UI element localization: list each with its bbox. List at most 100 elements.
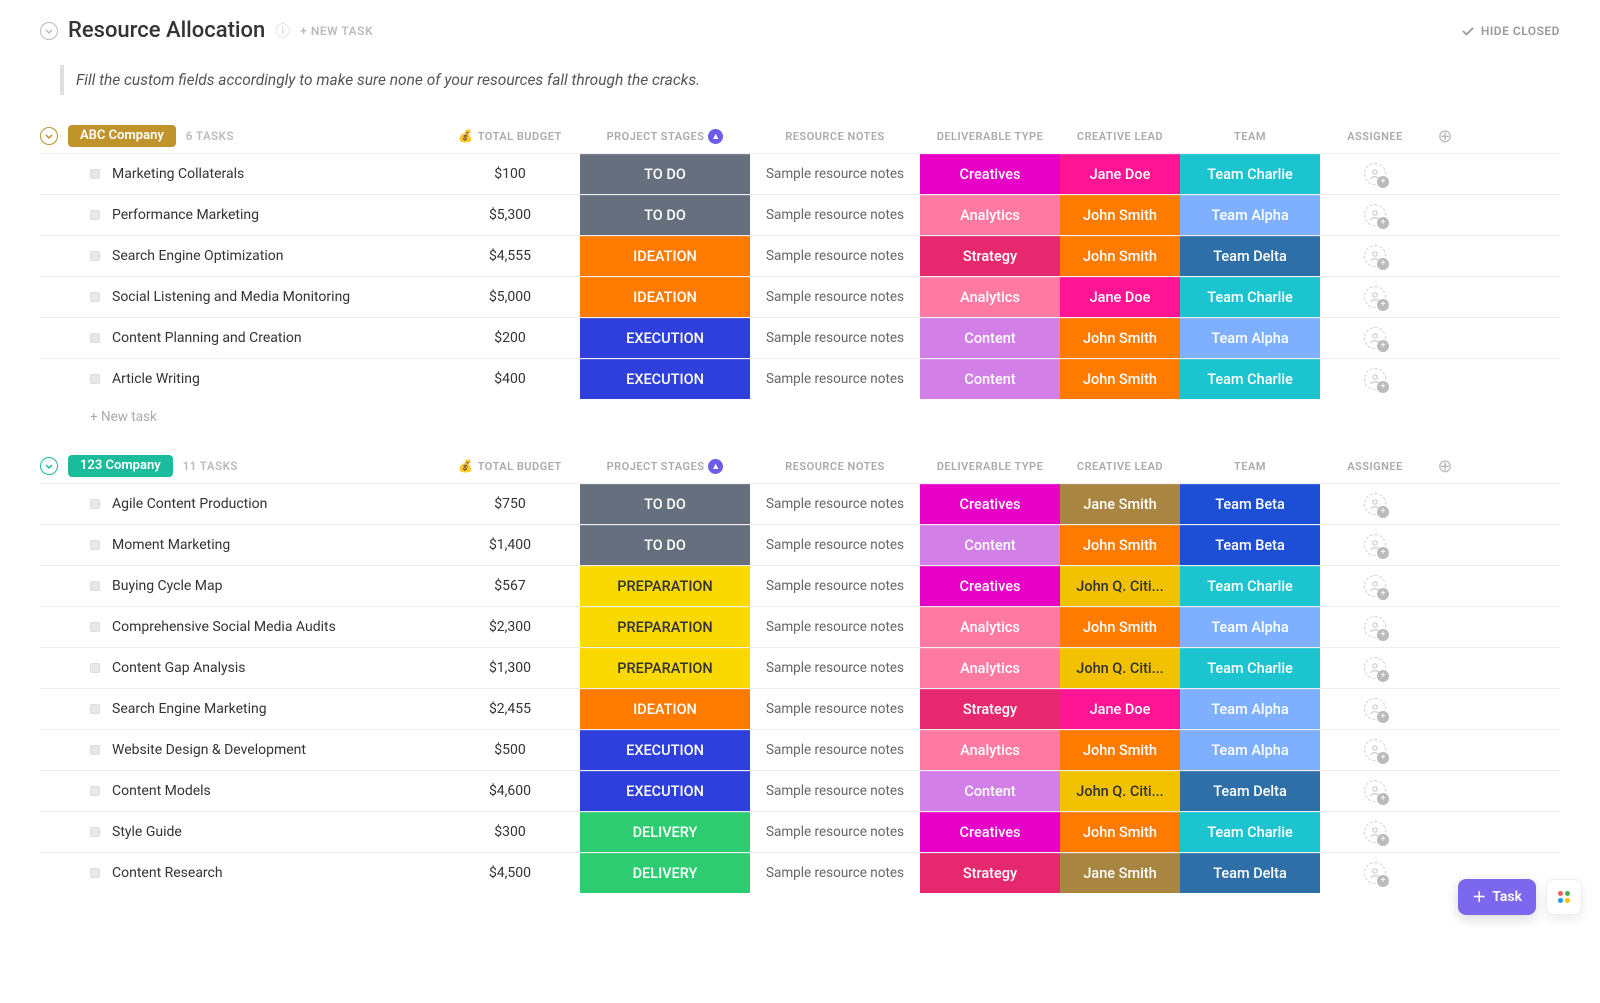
team-cell[interactable]: Team Alpha xyxy=(1180,318,1320,358)
assignee-cell[interactable] xyxy=(1320,648,1430,688)
notes-cell[interactable]: Sample resource notes xyxy=(750,318,920,358)
status-dot-icon[interactable] xyxy=(90,333,100,343)
status-dot-icon[interactable] xyxy=(90,169,100,179)
budget-cell[interactable]: $2,455 xyxy=(440,689,580,729)
task-name-cell[interactable]: Search Engine Marketing xyxy=(40,689,440,729)
col-lead[interactable]: CREATIVE LEAD xyxy=(1060,130,1180,143)
stage-cell[interactable]: PREPARATION xyxy=(580,607,750,647)
task-name-cell[interactable]: Article Writing xyxy=(40,359,440,399)
budget-cell[interactable]: $750 xyxy=(440,484,580,524)
task-name-cell[interactable]: Search Engine Optimization xyxy=(40,236,440,276)
assignee-empty-icon[interactable] xyxy=(1364,368,1386,390)
lead-cell[interactable]: John Smith xyxy=(1060,359,1180,399)
col-assignee[interactable]: ASSIGNEE xyxy=(1320,130,1430,143)
stage-cell[interactable]: EXECUTION xyxy=(580,359,750,399)
task-name-cell[interactable]: Website Design & Development xyxy=(40,730,440,770)
col-budget[interactable]: TOTAL BUDGET xyxy=(440,459,580,473)
lead-cell[interactable]: John Q. Citi... xyxy=(1060,566,1180,606)
status-dot-icon[interactable] xyxy=(90,786,100,796)
deliverable-cell[interactable]: Content xyxy=(920,359,1060,399)
budget-cell[interactable]: $567 xyxy=(440,566,580,606)
deliverable-cell[interactable]: Analytics xyxy=(920,648,1060,688)
stage-cell[interactable]: PREPARATION xyxy=(580,648,750,688)
task-row[interactable]: Article Writing $400 EXECUTION Sample re… xyxy=(40,358,1560,399)
notes-cell[interactable]: Sample resource notes xyxy=(750,853,920,893)
team-cell[interactable]: Team Charlie xyxy=(1180,648,1320,688)
status-dot-icon[interactable] xyxy=(90,251,100,261)
deliverable-cell[interactable]: Strategy xyxy=(920,853,1060,893)
status-dot-icon[interactable] xyxy=(90,868,100,878)
assignee-empty-icon[interactable] xyxy=(1364,739,1386,761)
lead-cell[interactable]: Jane Doe xyxy=(1060,689,1180,729)
notes-cell[interactable]: Sample resource notes xyxy=(750,484,920,524)
notes-cell[interactable]: Sample resource notes xyxy=(750,236,920,276)
group-name-badge[interactable]: ABC Company xyxy=(68,125,176,147)
team-cell[interactable]: Team Beta xyxy=(1180,525,1320,565)
col-assignee[interactable]: ASSIGNEE xyxy=(1320,460,1430,473)
status-dot-icon[interactable] xyxy=(90,663,100,673)
budget-cell[interactable]: $200 xyxy=(440,318,580,358)
budget-cell[interactable]: $4,500 xyxy=(440,853,580,893)
assignee-cell[interactable] xyxy=(1320,318,1430,358)
deliverable-cell[interactable]: Analytics xyxy=(920,195,1060,235)
task-row[interactable]: Search Engine Marketing $2,455 IDEATION … xyxy=(40,688,1560,729)
assignee-empty-icon[interactable] xyxy=(1364,575,1386,597)
add-column-icon[interactable]: ⊕ xyxy=(1430,126,1460,147)
budget-cell[interactable]: $500 xyxy=(440,730,580,770)
assignee-cell[interactable] xyxy=(1320,566,1430,606)
fab-apps-button[interactable] xyxy=(1546,879,1582,915)
status-dot-icon[interactable] xyxy=(90,581,100,591)
col-team[interactable]: TEAM xyxy=(1180,460,1320,473)
assignee-cell[interactable] xyxy=(1320,853,1430,893)
col-deliverable[interactable]: DELIVERABLE TYPE xyxy=(920,130,1060,143)
assignee-empty-icon[interactable] xyxy=(1364,821,1386,843)
task-row[interactable]: Social Listening and Media Monitoring $5… xyxy=(40,276,1560,317)
notes-cell[interactable]: Sample resource notes xyxy=(750,771,920,811)
lead-cell[interactable]: John Smith xyxy=(1060,195,1180,235)
deliverable-cell[interactable]: Strategy xyxy=(920,236,1060,276)
assignee-cell[interactable] xyxy=(1320,277,1430,317)
notes-cell[interactable]: Sample resource notes xyxy=(750,689,920,729)
lead-cell[interactable]: John Smith xyxy=(1060,812,1180,852)
info-icon[interactable]: ⓘ xyxy=(275,20,290,41)
lead-cell[interactable]: John Smith xyxy=(1060,318,1180,358)
assignee-cell[interactable] xyxy=(1320,812,1430,852)
assignee-empty-icon[interactable] xyxy=(1364,698,1386,720)
budget-cell[interactable]: $1,300 xyxy=(440,648,580,688)
team-cell[interactable]: Team Beta xyxy=(1180,484,1320,524)
status-dot-icon[interactable] xyxy=(90,374,100,384)
assignee-cell[interactable] xyxy=(1320,730,1430,770)
task-row[interactable]: Website Design & Development $500 EXECUT… xyxy=(40,729,1560,770)
team-cell[interactable]: Team Delta xyxy=(1180,236,1320,276)
new-task-button[interactable]: + NEW TASK xyxy=(300,24,373,38)
assignee-empty-icon[interactable] xyxy=(1364,780,1386,802)
team-cell[interactable]: Team Charlie xyxy=(1180,566,1320,606)
lead-cell[interactable]: Jane Smith xyxy=(1060,484,1180,524)
task-name-cell[interactable]: Agile Content Production xyxy=(40,484,440,524)
col-budget[interactable]: TOTAL BUDGET xyxy=(440,129,580,143)
col-stages[interactable]: PROJECT STAGES▲ xyxy=(580,459,750,474)
lead-cell[interactable]: John Smith xyxy=(1060,730,1180,770)
team-cell[interactable]: Team Charlie xyxy=(1180,812,1320,852)
col-lead[interactable]: CREATIVE LEAD xyxy=(1060,460,1180,473)
task-row[interactable]: Content Gap Analysis $1,300 PREPARATION … xyxy=(40,647,1560,688)
assignee-cell[interactable] xyxy=(1320,484,1430,524)
task-name-cell[interactable]: Buying Cycle Map xyxy=(40,566,440,606)
stage-cell[interactable]: IDEATION xyxy=(580,277,750,317)
task-name-cell[interactable]: Social Listening and Media Monitoring xyxy=(40,277,440,317)
task-name-cell[interactable]: Content Gap Analysis xyxy=(40,648,440,688)
deliverable-cell[interactable]: Analytics xyxy=(920,607,1060,647)
lead-cell[interactable]: John Q. Citi... xyxy=(1060,648,1180,688)
status-dot-icon[interactable] xyxy=(90,210,100,220)
lead-cell[interactable]: John Smith xyxy=(1060,525,1180,565)
stage-cell[interactable]: DELIVERY xyxy=(580,812,750,852)
task-row[interactable]: Style Guide $300 DELIVERY Sample resourc… xyxy=(40,811,1560,852)
task-row[interactable]: Content Planning and Creation $200 EXECU… xyxy=(40,317,1560,358)
team-cell[interactable]: Team Charlie xyxy=(1180,154,1320,194)
notes-cell[interactable]: Sample resource notes xyxy=(750,566,920,606)
assignee-cell[interactable] xyxy=(1320,154,1430,194)
deliverable-cell[interactable]: Content xyxy=(920,525,1060,565)
team-cell[interactable]: Team Charlie xyxy=(1180,277,1320,317)
task-row[interactable]: Performance Marketing $5,300 TO DO Sampl… xyxy=(40,194,1560,235)
lead-cell[interactable]: John Smith xyxy=(1060,236,1180,276)
